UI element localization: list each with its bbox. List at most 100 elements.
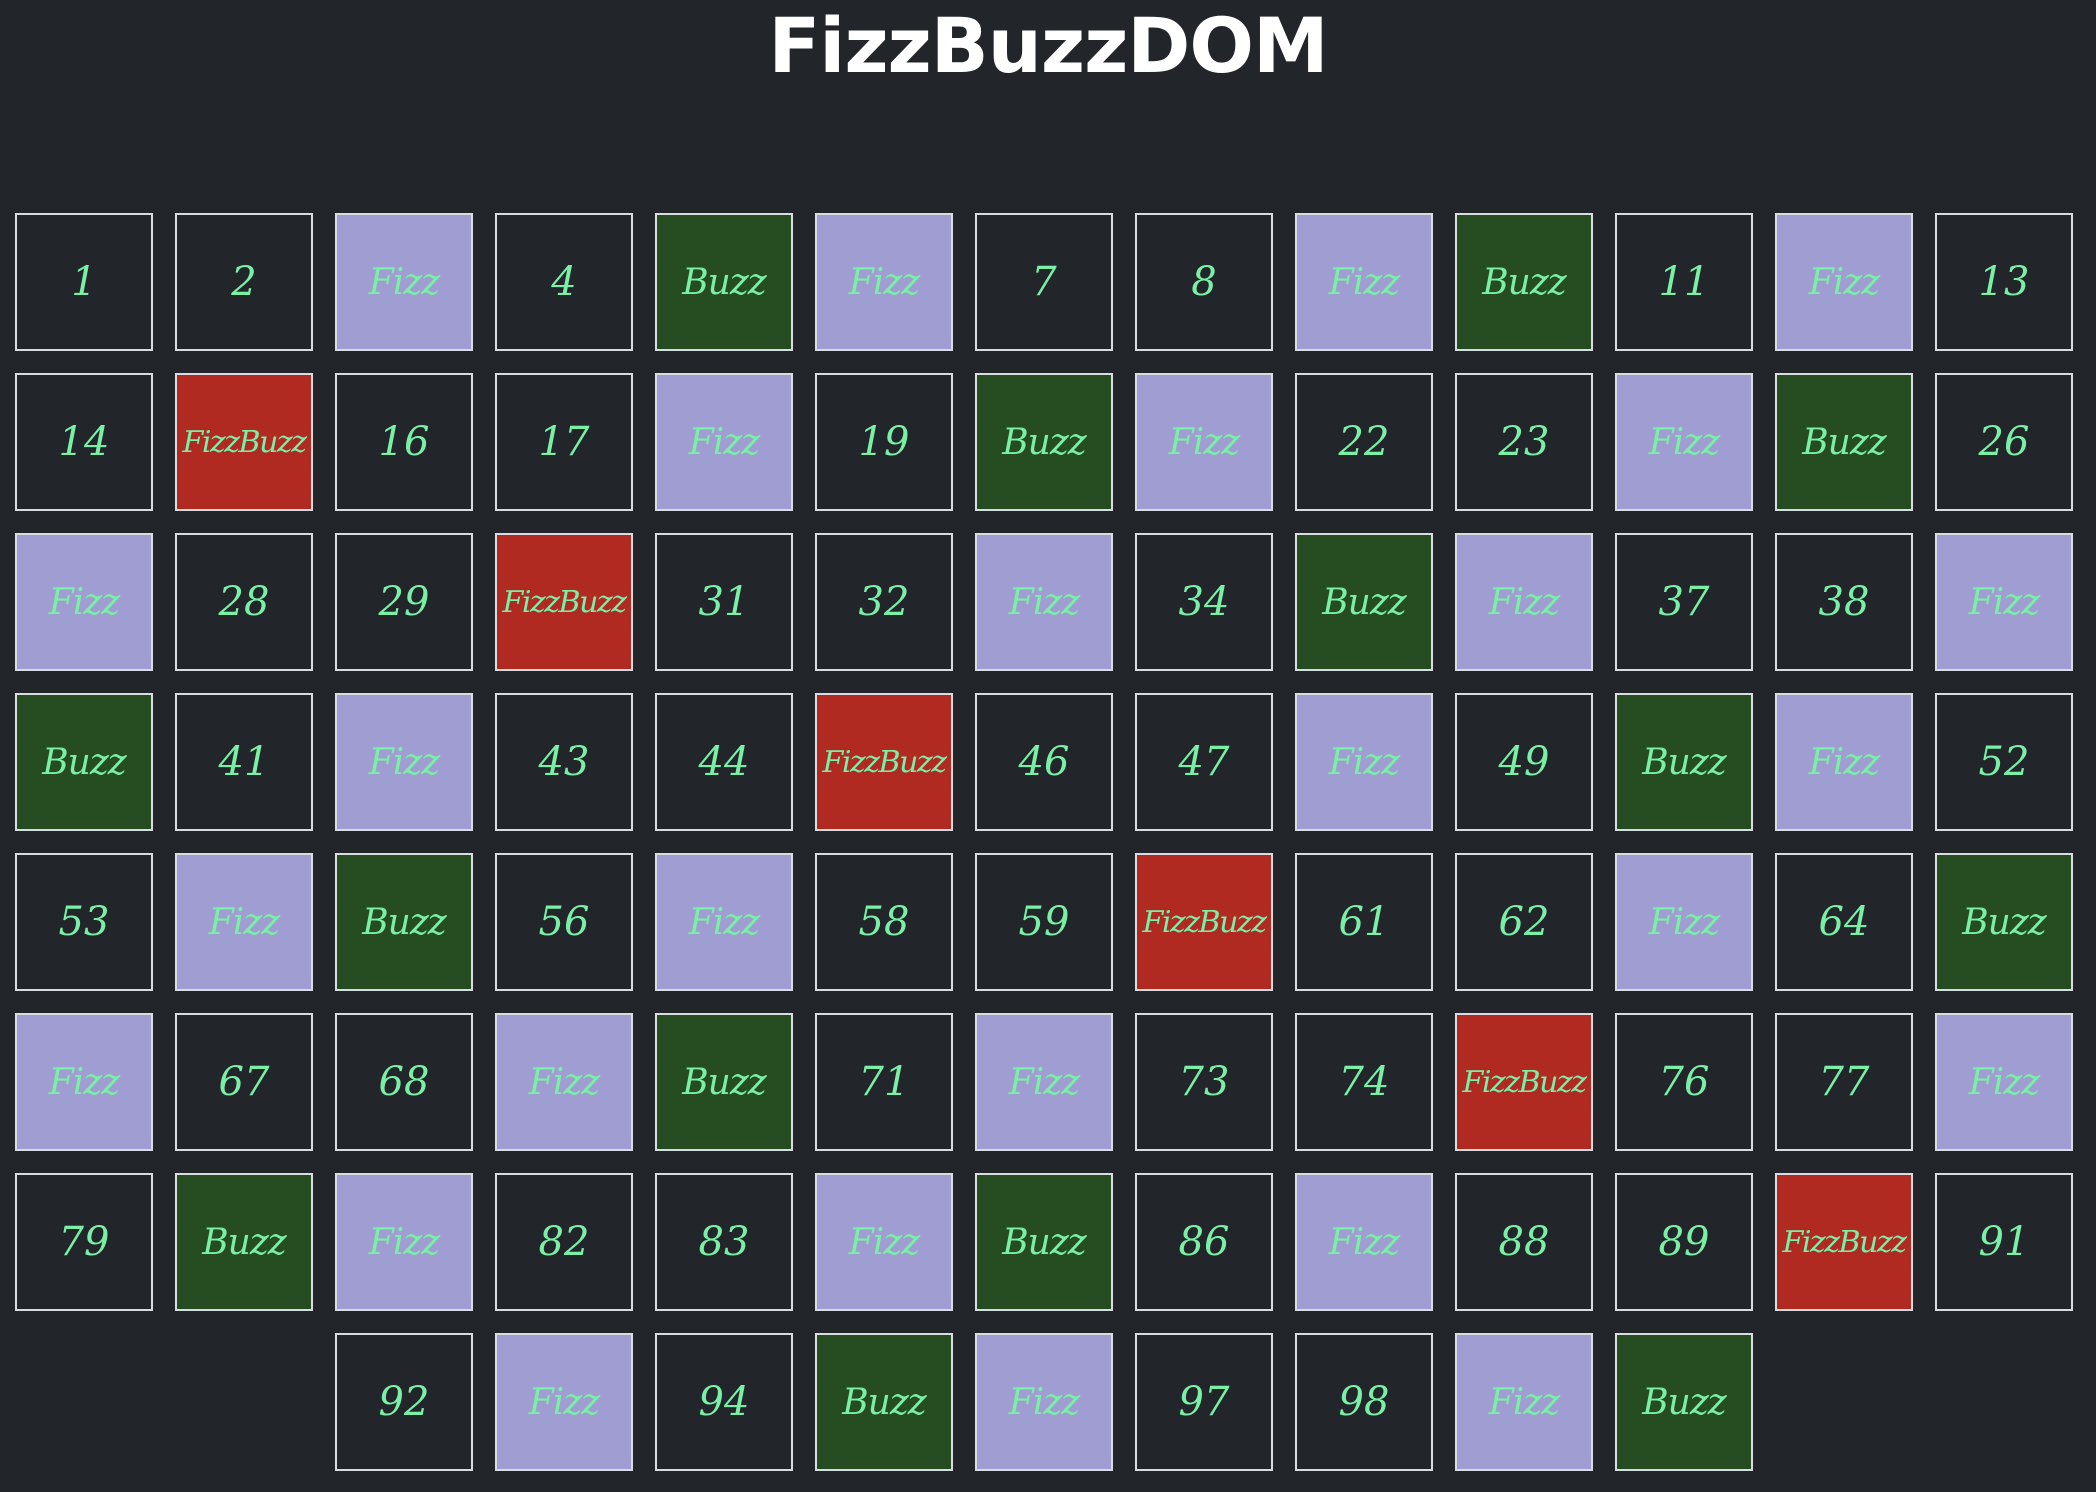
fizz-cell: Fizz (335, 693, 473, 831)
fizz-cell: Fizz (335, 213, 473, 351)
fizz-cell: Fizz (175, 853, 313, 991)
number-cell: 16 (335, 373, 473, 511)
number-cell: 32 (815, 533, 953, 671)
number-cell: 28 (175, 533, 313, 671)
number-cell: 86 (1135, 1173, 1273, 1311)
number-cell: 82 (495, 1173, 633, 1311)
number-cell: 56 (495, 853, 633, 991)
number-cell: 64 (1775, 853, 1913, 991)
number-cell: 13 (1935, 213, 2073, 351)
fizz-cell: Fizz (1935, 533, 2073, 671)
number-cell: 89 (1615, 1173, 1753, 1311)
fizz-cell: Fizz (975, 1013, 1113, 1151)
buzz-cell: Buzz (15, 693, 153, 831)
number-cell: 29 (335, 533, 473, 671)
number-cell: 11 (1615, 213, 1753, 351)
fizz-cell: Fizz (1455, 1333, 1593, 1471)
number-cell: 47 (1135, 693, 1273, 831)
number-cell: 92 (335, 1333, 473, 1471)
number-cell: 43 (495, 693, 633, 831)
fizz-cell: Fizz (975, 1333, 1113, 1471)
number-cell: 74 (1295, 1013, 1433, 1151)
buzz-cell: Buzz (335, 853, 473, 991)
buzz-cell: Buzz (1775, 373, 1913, 511)
buzz-cell: Buzz (655, 213, 793, 351)
fizz-cell: Fizz (335, 1173, 473, 1311)
number-cell: 14 (15, 373, 153, 511)
fizz-cell: Fizz (1775, 213, 1913, 351)
fizz-cell: Fizz (655, 853, 793, 991)
fizzbuzz-cell: FizzBuzz (1135, 853, 1273, 991)
number-cell: 2 (175, 213, 313, 351)
number-cell: 8 (1135, 213, 1273, 351)
buzz-cell: Buzz (1455, 213, 1593, 351)
fizz-cell: Fizz (815, 1173, 953, 1311)
buzz-cell: Buzz (975, 1173, 1113, 1311)
fizzbuzz-grid: 1 2 Fizz 4 Buzz Fizz 7 8 Fizz Buzz 11 Fizz 13 14 FizzB… (14, 213, 2074, 1473)
number-cell: 67 (175, 1013, 313, 1151)
number-cell: 97 (1135, 1333, 1273, 1471)
fizz-cell: Fizz (1615, 853, 1753, 991)
number-cell: 49 (1455, 693, 1593, 831)
fizz-cell: Fizz (1295, 213, 1433, 351)
number-cell: 91 (1935, 1173, 2073, 1311)
fizz-cell: Fizz (15, 1013, 153, 1151)
fizz-cell: Fizz (15, 533, 153, 671)
buzz-cell: Buzz (655, 1013, 793, 1151)
number-cell: 83 (655, 1173, 793, 1311)
number-cell: 37 (1615, 533, 1753, 671)
page-title: FizzBuzzDOM (768, 1, 1328, 90)
fizz-cell: Fizz (495, 1333, 633, 1471)
number-cell: 71 (815, 1013, 953, 1151)
fizz-cell: Fizz (495, 1013, 633, 1151)
number-cell: 31 (655, 533, 793, 671)
fizz-cell: Fizz (655, 373, 793, 511)
fizz-cell: Fizz (1295, 1173, 1433, 1311)
number-cell: 34 (1135, 533, 1273, 671)
fizz-cell: Fizz (815, 213, 953, 351)
fizzbuzz-cell: FizzBuzz (1775, 1173, 1913, 1311)
fizz-cell: Fizz (1615, 373, 1753, 511)
number-cell: 98 (1295, 1333, 1433, 1471)
fizz-cell: Fizz (1455, 533, 1593, 671)
buzz-cell: Buzz (175, 1173, 313, 1311)
number-cell: 77 (1775, 1013, 1913, 1151)
number-cell: 17 (495, 373, 633, 511)
number-cell: 1 (15, 213, 153, 351)
number-cell: 44 (655, 693, 793, 831)
buzz-cell: Buzz (815, 1333, 953, 1471)
buzz-cell: Buzz (1935, 853, 2073, 991)
buzz-cell: Buzz (1295, 533, 1433, 671)
number-cell: 62 (1455, 853, 1593, 991)
fizzbuzz-cell: FizzBuzz (815, 693, 953, 831)
number-cell: 22 (1295, 373, 1433, 511)
fizz-cell: Fizz (1935, 1013, 2073, 1151)
number-cell: 76 (1615, 1013, 1753, 1151)
fizz-cell: Fizz (1135, 373, 1273, 511)
number-cell: 41 (175, 693, 313, 831)
number-cell: 73 (1135, 1013, 1273, 1151)
number-cell: 79 (15, 1173, 153, 1311)
fizzbuzz-cell: FizzBuzz (495, 533, 633, 671)
buzz-cell: Buzz (975, 373, 1113, 511)
fizz-cell: Fizz (1295, 693, 1433, 831)
number-cell: 94 (655, 1333, 793, 1471)
fizzbuzz-cell: FizzBuzz (175, 373, 313, 511)
number-cell: 46 (975, 693, 1113, 831)
number-cell: 52 (1935, 693, 2073, 831)
fizzbuzz-cell: FizzBuzz (1455, 1013, 1593, 1151)
number-cell: 19 (815, 373, 953, 511)
number-cell: 68 (335, 1013, 473, 1151)
number-cell: 53 (15, 853, 153, 991)
buzz-cell: Buzz (1615, 693, 1753, 831)
number-cell: 58 (815, 853, 953, 991)
number-cell: 88 (1455, 1173, 1593, 1311)
number-cell: 23 (1455, 373, 1593, 511)
fizz-cell: Fizz (975, 533, 1113, 671)
number-cell: 26 (1935, 373, 2073, 511)
number-cell: 38 (1775, 533, 1913, 671)
number-cell: 59 (975, 853, 1113, 991)
buzz-cell: Buzz (1615, 1333, 1753, 1471)
number-cell: 61 (1295, 853, 1433, 991)
fizz-cell: Fizz (1775, 693, 1913, 831)
